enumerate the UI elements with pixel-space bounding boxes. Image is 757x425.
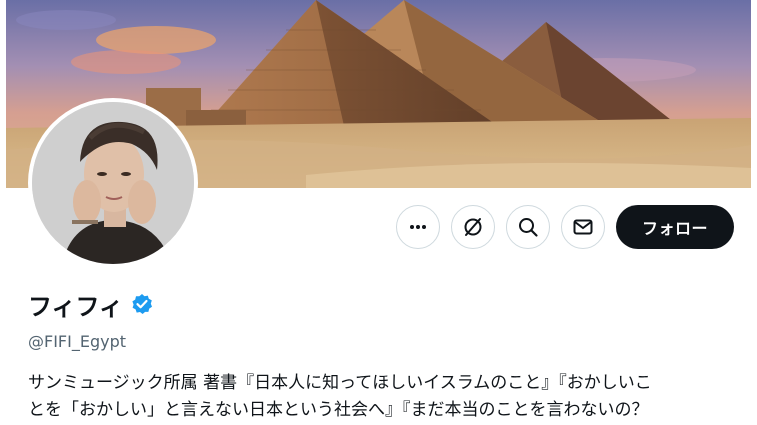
follow-button[interactable]: フォロー [616,205,734,249]
profile-page: フォロー フィフィ @FIFI_Egypt サンミュージック所属 著書『日本人に… [0,0,757,425]
grok-button[interactable] [451,205,495,249]
message-button[interactable] [561,205,605,249]
verified-badge-icon[interactable] [131,290,153,324]
grok-icon [464,218,482,236]
display-name: フィフィ [28,293,124,321]
avatar-photo [32,102,194,264]
search-button[interactable] [506,205,550,249]
envelope-icon [573,219,593,235]
profile-avatar[interactable] [28,98,198,268]
profile-bio: サンミュージック所属 著書『日本人に知ってほしいイスラムのこと』『おかしいこ と… [28,370,743,424]
user-handle: @FIFI_Egypt [28,332,127,351]
more-button[interactable] [396,205,440,249]
display-name-row: フィフィ [28,290,153,324]
bio-line: とを「おかしい」と言えない日本という社会へ』『まだ本当のことを言わないの？ [28,400,649,420]
bio-line: サンミュージック所属 著書『日本人に知ってほしいイスラムのこと』『おかしいこ [28,373,652,393]
search-icon [519,218,538,237]
more-horizontal-icon [410,225,426,229]
